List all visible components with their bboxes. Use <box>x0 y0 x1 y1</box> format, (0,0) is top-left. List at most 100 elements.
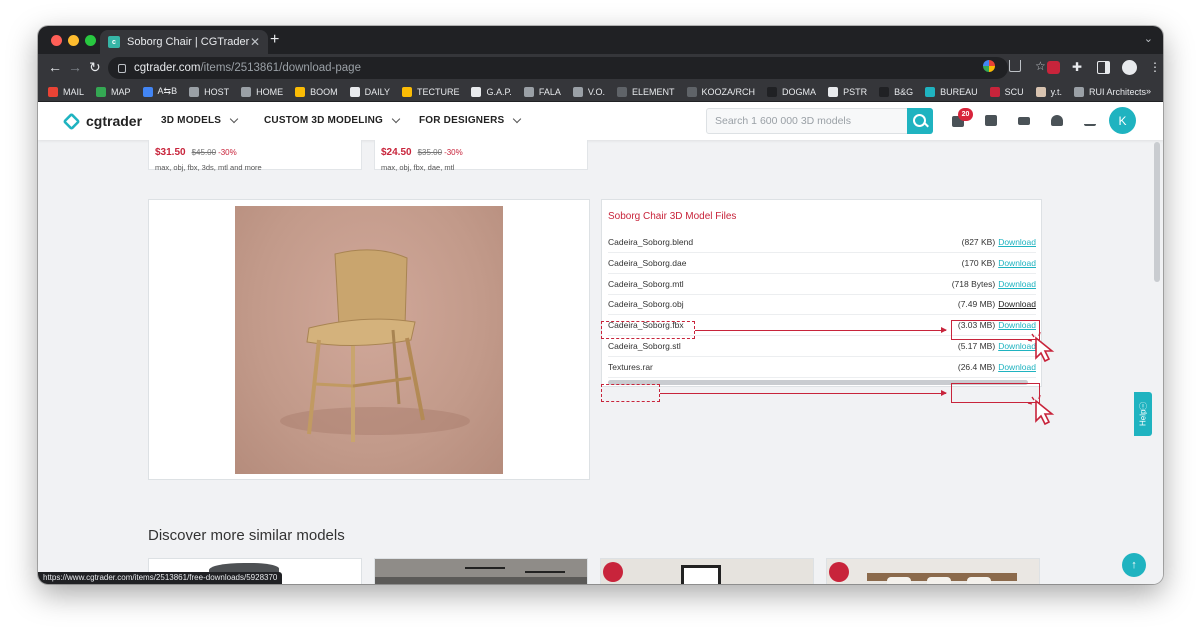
bookmark-item[interactable]: KOOZA/RCH <box>686 86 756 97</box>
file-row: Cadeira_Soborg.mtl (718 Bytes) Download <box>608 274 1036 295</box>
bookmark-item[interactable]: G.A.P. <box>471 86 512 97</box>
menu-custom-3d-modeling[interactable]: CUSTOM 3D MODELING <box>264 114 401 126</box>
download-link[interactable]: Download <box>998 237 1036 247</box>
file-row: Textures.rar (26.4 MB) Download <box>608 357 1036 378</box>
annotation-box-obj <box>601 321 695 339</box>
similar-model-thumb[interactable] <box>826 558 1040 584</box>
help-button[interactable]: Help ⓘ <box>1134 392 1152 436</box>
page-scrollbar[interactable] <box>1154 142 1160 282</box>
share-icon[interactable] <box>1009 60 1021 72</box>
download-link[interactable]: Download <box>998 279 1036 289</box>
bookmark-item[interactable]: MAIL <box>48 86 84 97</box>
new-tab-icon[interactable]: + <box>270 31 279 49</box>
annotation-box-textures <box>601 384 660 402</box>
extension-shield-icon[interactable] <box>1047 61 1060 74</box>
bookmark-item[interactable]: BOOM <box>295 86 338 97</box>
logo-mark-icon <box>62 111 81 131</box>
bookmark-item[interactable]: MAP <box>96 86 131 97</box>
upload-icon[interactable] <box>1084 115 1096 126</box>
bookmark-item[interactable]: HOME <box>241 86 283 97</box>
file-name: Cadeira_Soborg.dae <box>608 257 687 268</box>
formats: max, obj, fbx, dae, mtl <box>381 163 455 172</box>
annotation-arrow-textures <box>660 390 947 396</box>
bookmark-favicon-icon <box>989 86 1000 97</box>
avatar[interactable]: K <box>1109 107 1136 134</box>
back-arrow-icon[interactable]: ← <box>48 59 62 75</box>
file-size: (5.17 MB) <box>957 341 996 351</box>
extensions-puzzle-icon[interactable]: ✚ <box>1072 61 1085 74</box>
bookmark-item[interactable]: V.O. <box>572 86 605 97</box>
file-size: (827 KB) <box>961 237 996 247</box>
bookmark-item[interactable]: y.t. <box>1035 86 1062 97</box>
bookmark-item[interactable]: ELEMENT <box>617 86 675 97</box>
bookmark-item[interactable]: TECTURE <box>401 86 460 97</box>
active-tab[interactable]: c Soborg Chair | CGTrader ✕ <box>100 30 268 54</box>
profile-icon[interactable] <box>1122 60 1137 75</box>
chevron-down-icon <box>229 114 239 124</box>
cursor-click-icon <box>1027 331 1055 363</box>
menu-for-designers[interactable]: FOR DESIGNERS <box>419 114 522 126</box>
search-input[interactable]: Search 1 600 000 3D models <box>706 108 908 134</box>
forward-arrow-icon[interactable]: → <box>68 59 82 75</box>
bookmarks-overflow-icon[interactable]: » <box>1146 86 1151 96</box>
more-menu-icon[interactable]: ⋮ <box>1149 61 1161 74</box>
bookmark-label: RUI Architects <box>1088 86 1146 97</box>
similar-model-thumb[interactable] <box>374 558 588 584</box>
mail-icon[interactable] <box>1018 117 1030 125</box>
bookmark-label: KOOZA/RCH <box>701 86 756 97</box>
chair-illustration <box>280 249 470 442</box>
file-name: Cadeira_Soborg.stl <box>608 341 681 351</box>
sidebar-icon[interactable] <box>1097 61 1110 74</box>
reload-icon[interactable]: ↻ <box>89 59 101 76</box>
address-bar[interactable]: cgtrader.com/items/2513861/download-page <box>108 57 1008 79</box>
price: $24.50 <box>381 147 412 158</box>
bookmark-item[interactable]: B&G <box>879 86 913 97</box>
price: $31.50 <box>155 147 186 158</box>
file-row: Cadeira_Soborg.obj (7.49 MB) Download <box>608 294 1036 316</box>
maximize-window-button[interactable] <box>85 35 96 46</box>
pin-icon <box>829 562 849 582</box>
scroll-to-top-button[interactable]: ↑ <box>1122 553 1146 577</box>
bookmark-item[interactable]: SCU <box>989 86 1024 97</box>
bookmark-favicon-icon <box>142 86 153 97</box>
bookmark-item[interactable]: DOGMA <box>767 86 816 97</box>
minimize-window-button[interactable] <box>68 35 79 46</box>
bookmark-item[interactable]: FALA <box>523 86 561 97</box>
model-preview-panel <box>148 199 590 480</box>
bookmark-label: A⇆B <box>157 86 178 96</box>
bell-icon[interactable] <box>1051 115 1063 126</box>
chevron-down-icon <box>513 114 522 124</box>
file-row: Cadeira_Soborg.blend (827 KB) Download <box>608 232 1036 253</box>
bookmark-item[interactable]: RUI Architects <box>1073 86 1146 97</box>
product-card[interactable]: $31.50 $45.00 -30% max, obj, fbx, 3ds, mtl… <box>148 140 362 172</box>
bookmark-item[interactable]: BUREAU <box>925 86 978 97</box>
url-path: /items/2513861/download-page <box>200 62 361 74</box>
bookmark-item[interactable]: PSTR <box>828 86 867 97</box>
bookmark-favicon-icon <box>349 86 360 97</box>
cgtrader-logo[interactable]: cgtrader <box>62 111 143 131</box>
search-button[interactable] <box>907 108 933 134</box>
close-tab-icon[interactable]: ✕ <box>250 35 260 49</box>
file-size: (170 KB) <box>961 257 996 268</box>
tab-search-chevron-icon[interactable]: ⌄ <box>1144 32 1153 45</box>
bookmark-favicon-icon <box>523 86 534 97</box>
browser-toolbar: ← → ↻ cgtrader.com/items/2513861/downloa… <box>38 54 1163 82</box>
bookmark-label: TECTURE <box>416 86 460 97</box>
bookmark-favicon-icon <box>471 86 482 97</box>
product-card[interactable]: $24.50 $35.00 -30% max, obj, fbx, dae, mtl <box>374 140 588 172</box>
download-link[interactable]: Download <box>998 299 1036 309</box>
bookmark-favicon-icon <box>879 86 890 97</box>
star-bookmark-icon[interactable]: ☆ <box>1035 60 1047 72</box>
logo-text: cgtrader <box>86 113 143 129</box>
bookmark-item[interactable]: HOST <box>189 86 229 97</box>
chair-preview-image[interactable] <box>235 206 503 474</box>
similar-model-thumb[interactable] <box>600 558 814 584</box>
bookmark-item[interactable]: A⇆B <box>142 86 178 97</box>
google-icon[interactable] <box>983 60 995 72</box>
help-label: Help <box>1138 409 1148 427</box>
close-window-button[interactable] <box>51 35 62 46</box>
cart-icon[interactable] <box>985 115 997 126</box>
menu-3d-models[interactable]: 3D MODELS <box>161 114 239 126</box>
download-link[interactable]: Download <box>998 258 1036 268</box>
bookmark-item[interactable]: DAILY <box>349 86 390 97</box>
